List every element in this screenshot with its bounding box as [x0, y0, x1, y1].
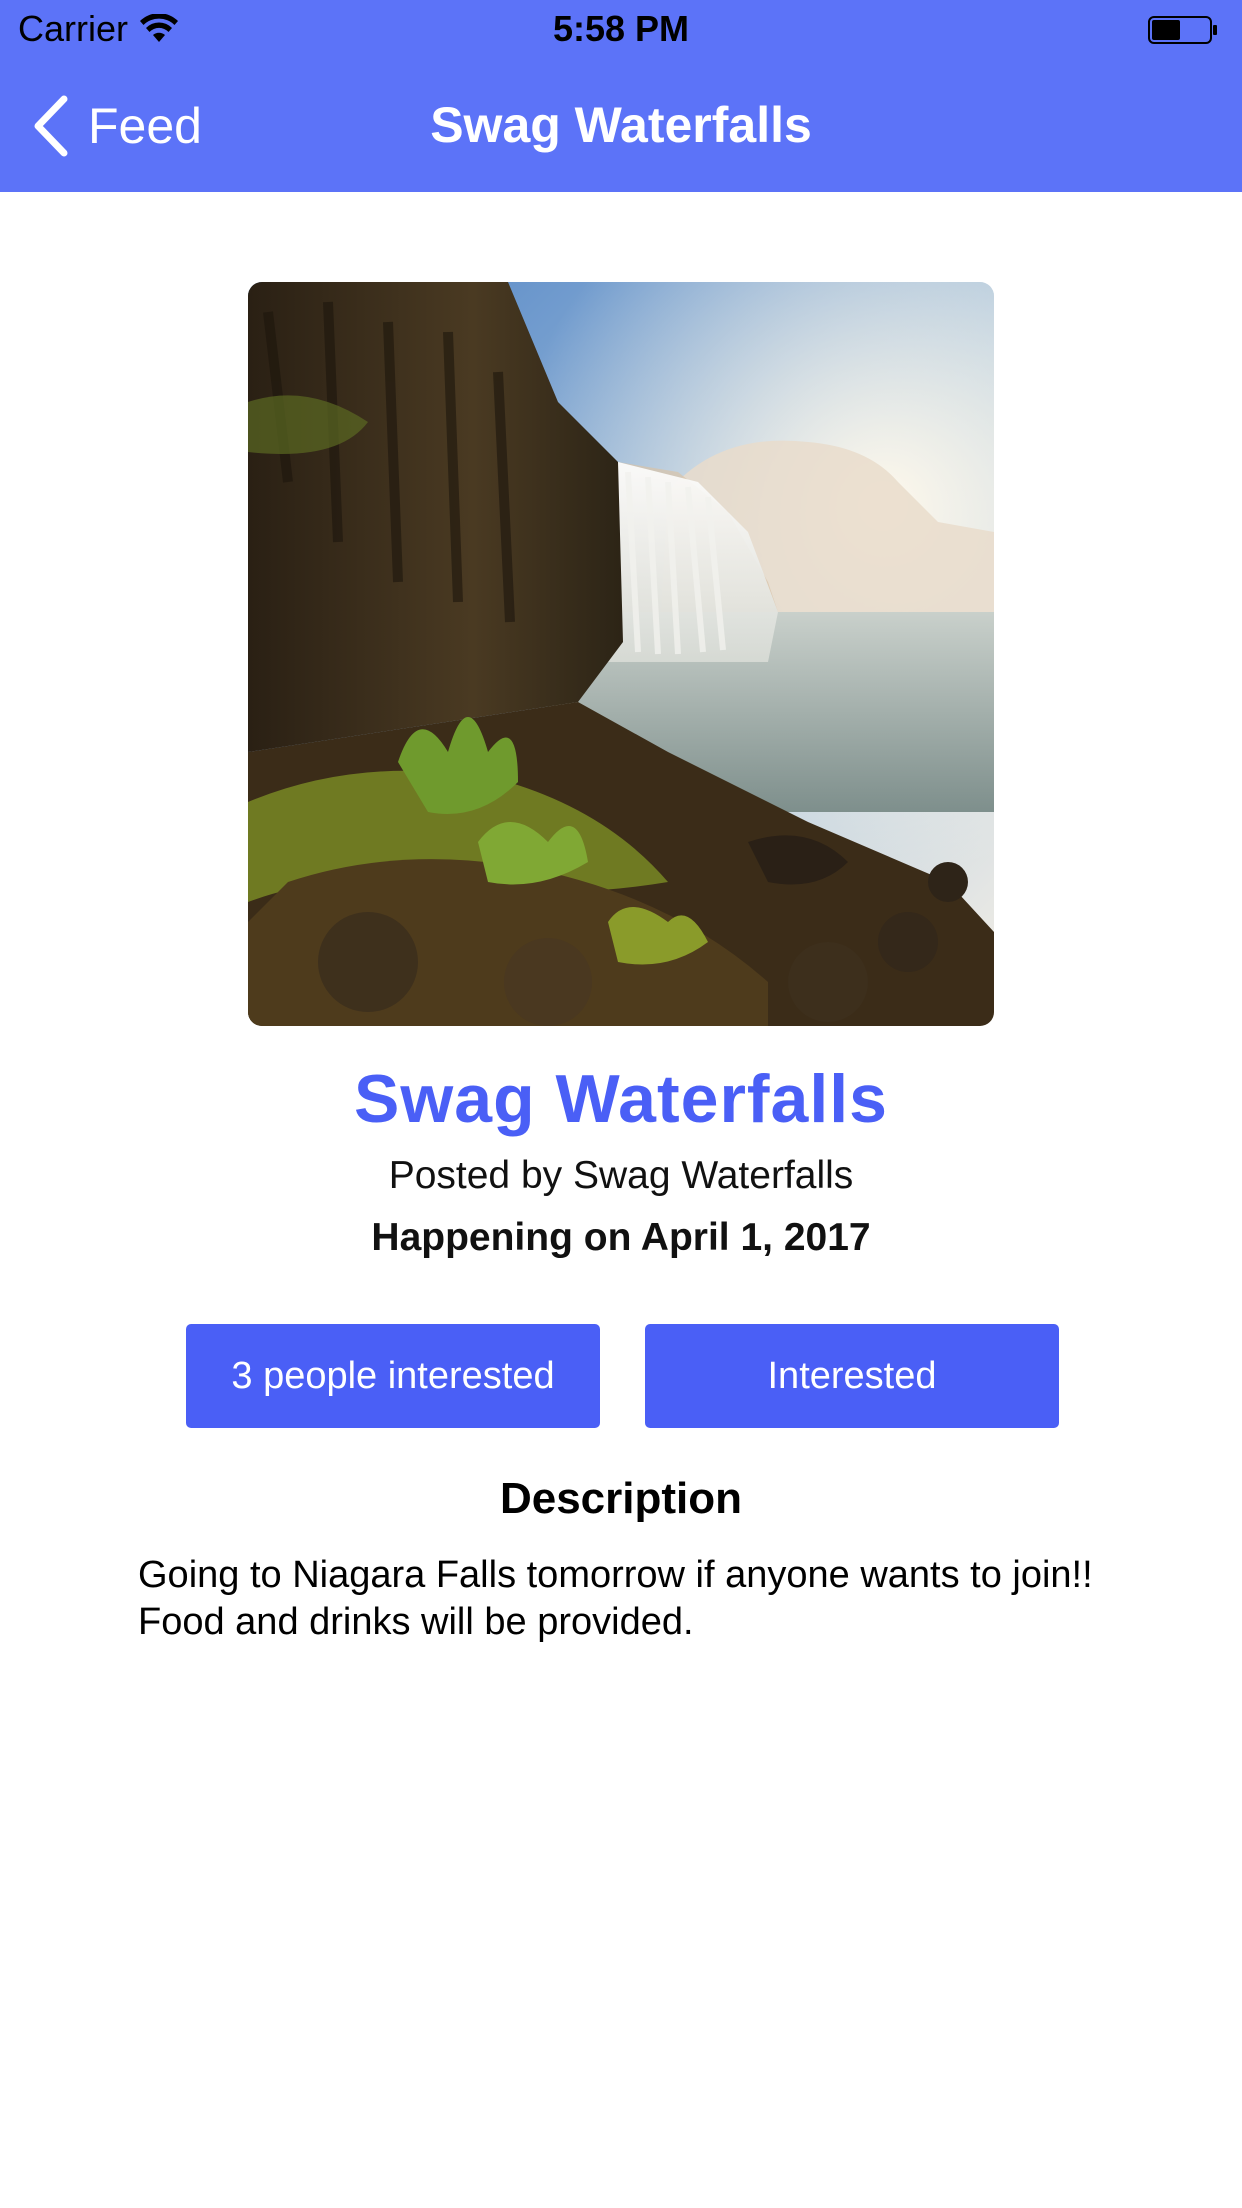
interested-button[interactable]: Interested	[645, 1324, 1059, 1428]
header: Carrier 5:58 PM Feed Swag Waterfalls	[0, 0, 1242, 192]
posted-by-text: Posted by Swag Waterfalls	[388, 1154, 854, 1197]
status-time: 5:58 PM	[552, 8, 690, 49]
waterfall-image	[248, 282, 994, 1026]
nav-title: Swag Waterfalls	[430, 97, 812, 153]
event-detail-screen: Carrier 5:58 PM Feed Swag Waterfalls Swa…	[0, 0, 1242, 2208]
event-date-text: Happening on April 1, 2017	[371, 1216, 871, 1259]
battery-icon	[1148, 16, 1217, 44]
event-photo	[248, 282, 994, 1026]
interested-count-button[interactable]: 3 people interested	[186, 1324, 600, 1428]
status-bar: Carrier 5:58 PM	[0, 0, 1242, 60]
navigation-bar: Feed Swag Waterfalls	[0, 60, 1242, 192]
event-title: Swag Waterfalls	[354, 1061, 888, 1137]
description-heading: Description	[499, 1474, 743, 1523]
description-body: Going to Niagara Falls tomorrow if anyon…	[138, 1554, 1093, 1643]
